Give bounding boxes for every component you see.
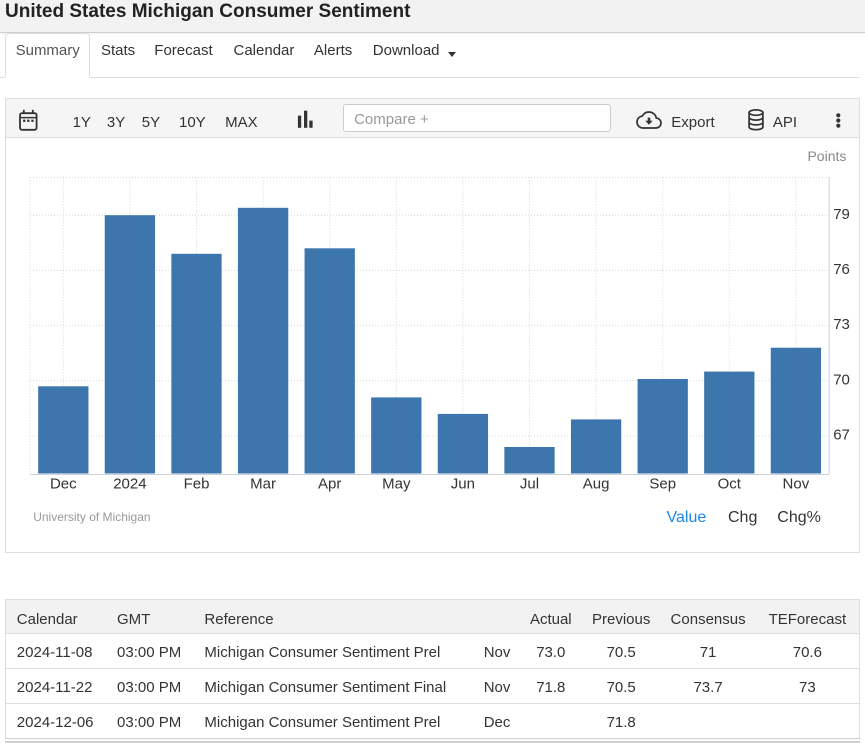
svg-text:Aug: Aug <box>583 475 610 492</box>
svg-text:Oct: Oct <box>718 475 742 492</box>
svg-text:Mar: Mar <box>250 475 276 492</box>
svg-text:76: 76 <box>833 261 850 278</box>
svg-text:70: 70 <box>833 371 850 388</box>
svg-text:73: 73 <box>833 316 850 333</box>
svg-text:Jul: Jul <box>520 475 539 492</box>
svg-text:May: May <box>382 475 411 492</box>
svg-text:Jun: Jun <box>451 475 475 492</box>
svg-text:79: 79 <box>833 206 850 223</box>
svg-text:Nov: Nov <box>783 475 810 492</box>
svg-text:Sep: Sep <box>649 475 676 492</box>
svg-text:Dec: Dec <box>50 475 77 492</box>
svg-text:2024: 2024 <box>113 475 146 492</box>
svg-text:Apr: Apr <box>318 475 341 492</box>
svg-text:Feb: Feb <box>184 475 210 492</box>
svg-text:67: 67 <box>833 427 850 444</box>
